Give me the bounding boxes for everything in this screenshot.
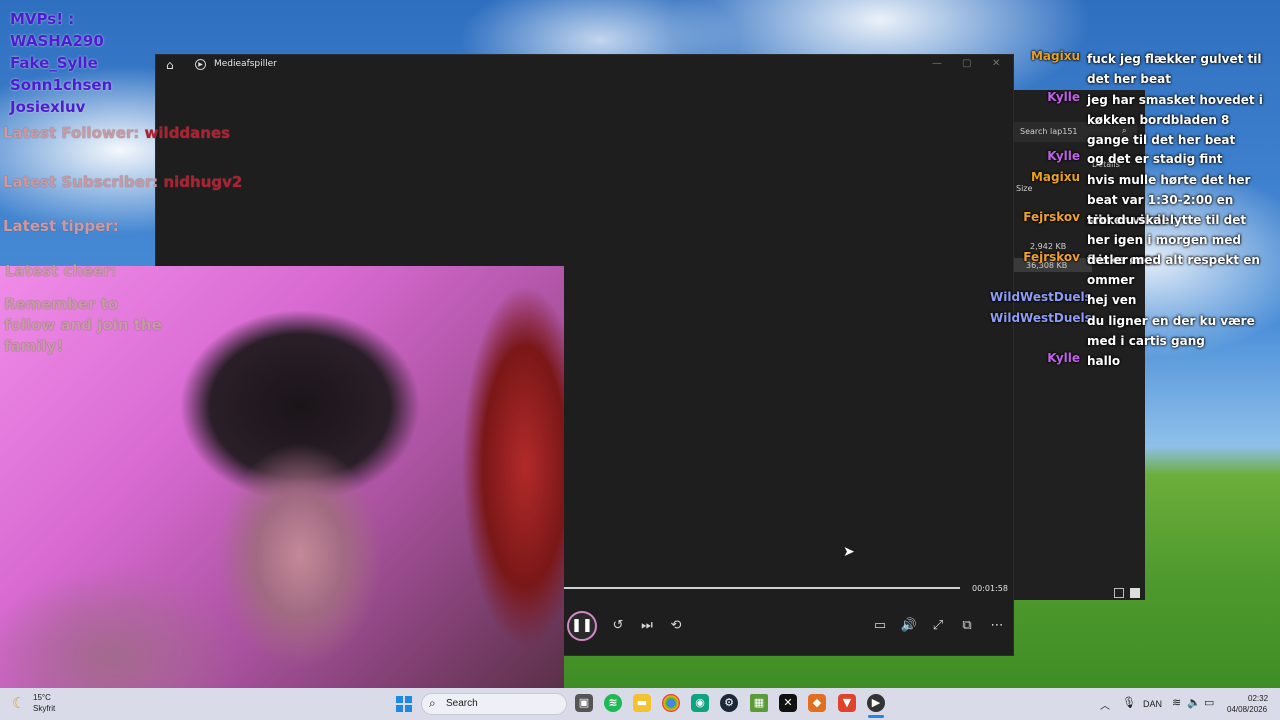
language-indicator[interactable]: DAN xyxy=(1143,699,1162,709)
taskbar-search[interactable]: ⌕ Search xyxy=(421,693,567,715)
latest-subscriber: Latest Subscriber: nidhugv2 xyxy=(3,173,242,191)
minecraft-icon[interactable]: ▦ xyxy=(750,694,768,712)
window-title: Medieafspiller xyxy=(214,59,277,69)
chevron-up-icon[interactable]: ︿ xyxy=(1100,697,1110,712)
chat-username: Kylle xyxy=(1047,90,1080,104)
latest-follower-value: wilddanes xyxy=(144,124,231,142)
reminder-text: Remember to follow and join the family! xyxy=(4,294,162,357)
volume-icon[interactable]: 🔊 xyxy=(899,618,919,633)
app-play-icon: ▶ xyxy=(195,59,206,70)
volume-icon[interactable]: 🔈 xyxy=(1187,696,1201,709)
battery-icon[interactable]: ▭ xyxy=(1204,696,1214,709)
chat-message: fuck jeg flækker gulvet til det her beat xyxy=(1087,52,1262,86)
maximize-button[interactable]: ▢ xyxy=(962,58,971,69)
app-green-icon[interactable]: ◉ xyxy=(691,694,709,712)
wifi-icon[interactable]: ≋ xyxy=(1172,696,1181,709)
home-icon[interactable]: ⌂ xyxy=(166,58,174,72)
brave-icon[interactable]: ▼ xyxy=(838,694,856,712)
latest-tipper-label: Latest tipper: xyxy=(3,217,119,235)
task-view-icon[interactable]: ▣ xyxy=(575,694,593,712)
reminder-line: Remember to xyxy=(4,295,119,313)
latest-follower: Latest Follower: wilddanes xyxy=(3,124,230,142)
more-icon[interactable]: ⋯ xyxy=(987,618,1007,633)
start-icon[interactable] xyxy=(396,696,412,712)
title-bar: ⌂ ▶ Medieafspiller — ▢ ✕ xyxy=(156,55,1013,75)
skip-next-icon[interactable]: ⏭ xyxy=(637,618,657,633)
time-elapsed: 00:01:58 xyxy=(972,584,1008,593)
weather-temp[interactable]: 15°C xyxy=(33,693,51,702)
reminder-line: follow and join the xyxy=(4,316,162,334)
search-icon: ⌕ xyxy=(429,696,436,710)
tiles-view-icon[interactable] xyxy=(1130,588,1140,598)
explorer-size-header: Size xyxy=(1016,184,1033,193)
microphone-icon[interactable]: 🎙 xyxy=(1122,696,1136,709)
minimize-button[interactable]: — xyxy=(932,58,942,69)
weather-desc[interactable]: Skyfrit xyxy=(33,704,55,713)
chat-username: Magixu xyxy=(1030,49,1080,63)
latest-follower-label: Latest Follower: xyxy=(3,124,140,142)
subtitles-icon[interactable]: ▭ xyxy=(870,618,890,633)
steam-icon[interactable]: ⚙ xyxy=(720,694,738,712)
chat-username: Fejrskov xyxy=(1023,250,1080,264)
mvp-list: MVPs! : WASHA290 Fake_Sylle Sonn1chsen J… xyxy=(10,8,112,118)
latest-subscriber-label: Latest Subscriber: xyxy=(3,173,159,191)
mvp-item: Sonn1chsen xyxy=(10,76,113,94)
pause-icon: ❚❚ xyxy=(571,618,593,633)
chrome-icon[interactable] xyxy=(662,694,680,712)
chat-message: det er med alt respekt en ommer xyxy=(1087,253,1260,287)
miniplayer-icon[interactable]: ⧉ xyxy=(957,618,977,633)
weather-moon-icon[interactable]: ☾ xyxy=(12,694,25,712)
app-orange-icon[interactable]: ◆ xyxy=(808,694,826,712)
chat-message: hallo xyxy=(1087,354,1121,368)
repeat-icon[interactable]: ⟲ xyxy=(666,618,686,633)
details-view-icon[interactable] xyxy=(1114,588,1124,598)
chat-username: Fejrskov xyxy=(1023,210,1080,224)
chat-username: Kylle xyxy=(1047,351,1080,365)
reminder-line: family! xyxy=(4,337,64,355)
chat-message: du ligner en der ku være med i cartis ga… xyxy=(1087,314,1255,348)
chat-message: og det er stadig fint xyxy=(1087,152,1223,166)
capcut-icon[interactable]: ✕ xyxy=(779,694,797,712)
chat-username: WildWestDuels xyxy=(990,311,1092,325)
fullscreen-icon[interactable]: ⤢ xyxy=(928,618,948,633)
pause-button[interactable]: ❚❚ xyxy=(567,611,597,641)
mvp-item: WASHA290 xyxy=(10,32,104,50)
rewind-10-icon[interactable]: ↺ xyxy=(608,618,628,633)
chat-message: hej ven xyxy=(1087,293,1137,307)
mvp-item: Fake_Sylle xyxy=(10,54,98,72)
latest-subscriber-value: nidhugv2 xyxy=(163,173,243,191)
spotify-icon[interactable]: ≋ xyxy=(604,694,622,712)
chat-message: jeg har smasket hovedet i køkken bordbla… xyxy=(1087,93,1263,147)
chat-username: Kylle xyxy=(1047,149,1080,163)
latest-cheer-label: Latest cheer: xyxy=(5,262,117,280)
file-explorer-icon[interactable]: ▬ xyxy=(633,694,651,712)
explorer-search-text: Search lap151 xyxy=(1020,127,1078,136)
clock-date[interactable]: 04/08/2026 xyxy=(1227,705,1267,714)
chat-username: WildWestDuels xyxy=(990,290,1092,304)
mouse-cursor-icon: ➤ xyxy=(843,544,855,560)
seek-bar[interactable] xyxy=(564,587,960,589)
mvp-item: Josiexluv xyxy=(10,98,86,116)
search-label: Search xyxy=(446,698,478,709)
active-app-indicator xyxy=(868,715,884,718)
clock-time[interactable]: 02:32 xyxy=(1248,694,1268,703)
mvp-header: MVPs! : xyxy=(10,10,75,28)
chat-username: Magixu xyxy=(1030,170,1080,184)
media-player-icon[interactable]: ▶ xyxy=(867,694,885,712)
